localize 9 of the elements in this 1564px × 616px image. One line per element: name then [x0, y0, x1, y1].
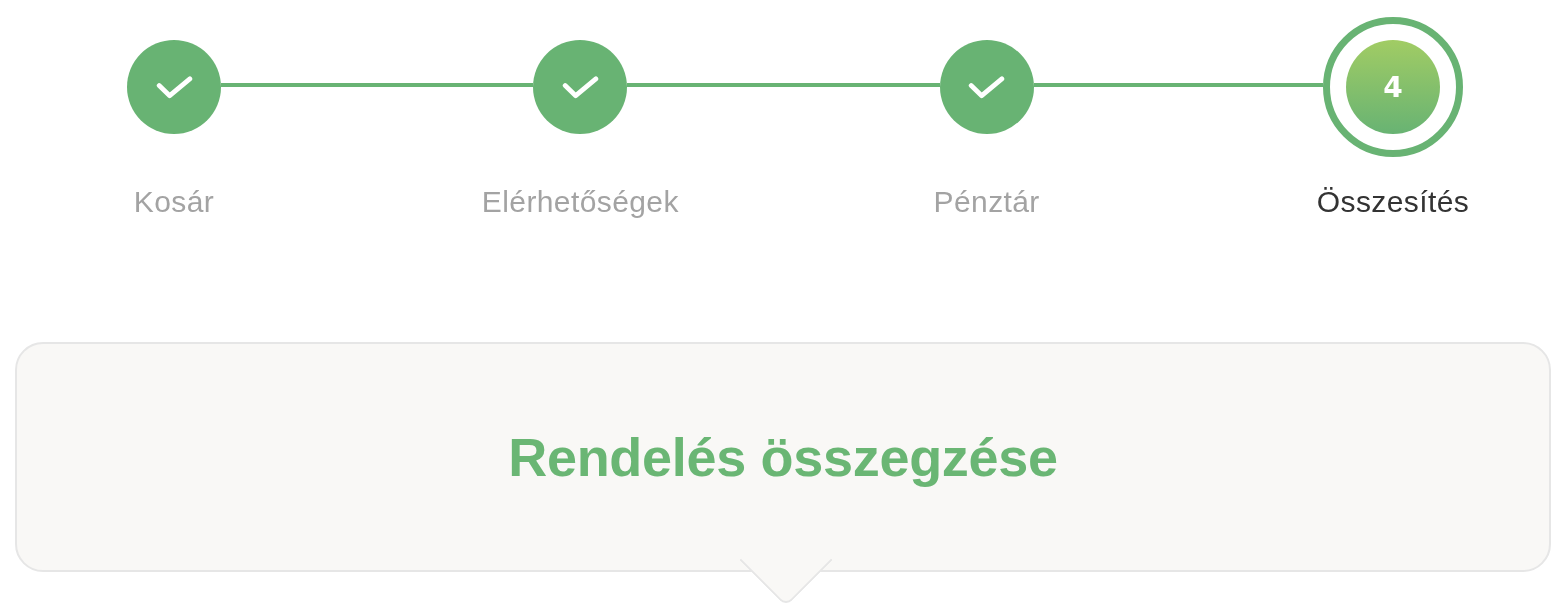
check-icon [155, 75, 193, 99]
step-label: Kosár [133, 185, 215, 219]
check-icon [561, 75, 599, 99]
check-icon [968, 75, 1006, 99]
step-label: Összesítés [1316, 185, 1470, 219]
step-label: Pénztár [933, 185, 1040, 219]
summary-title: Rendelés összegzése [508, 426, 1058, 488]
step-label: Elérhetőségek [481, 185, 679, 219]
step-number-badge: 4 [1346, 40, 1440, 134]
